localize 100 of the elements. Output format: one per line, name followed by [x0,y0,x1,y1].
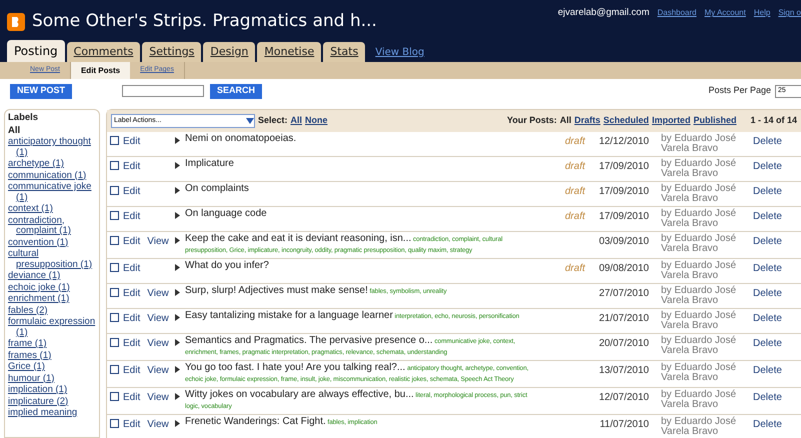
expand-arrow-icon[interactable] [175,162,180,169]
view-link[interactable]: View [147,286,169,301]
post-filter[interactable]: Scheduled [603,114,649,128]
delete-link[interactable]: Delete [753,159,782,174]
checkbox[interactable] [110,288,119,297]
post-author: by Eduardo José Varela Bravo [661,417,738,437]
post-filter[interactable]: All [560,114,572,128]
post-filter[interactable]: Published [693,114,736,128]
label-link[interactable]: fables (2) [8,306,96,316]
delete-link[interactable]: Delete [753,261,782,276]
select-link[interactable]: None [305,114,328,128]
checkbox[interactable] [110,186,119,195]
checkbox[interactable] [110,136,119,145]
nav-tab[interactable]: Settings [142,42,202,62]
label-link[interactable]: anticipatory thought (1) [8,137,96,158]
checkbox[interactable] [110,236,119,245]
delete-link[interactable]: Delete [753,363,782,378]
label-link[interactable]: contradiction, complaint (1) [8,216,96,236]
expand-arrow-icon[interactable] [175,289,180,296]
view-link[interactable]: View [147,390,169,405]
search-button[interactable]: SEARCH [210,84,262,98]
label-link[interactable]: implied meaning [8,408,96,418]
nav-tab[interactable]: Design [203,42,256,62]
label-link[interactable]: echoic joke (1) [8,282,96,293]
label-link[interactable]: cultural presupposition (1) [8,249,96,270]
edit-link[interactable]: Edit [123,363,140,378]
label-link[interactable]: Grice (1) [8,362,96,372]
checkbox[interactable] [110,211,119,220]
label-link[interactable]: All [8,126,96,136]
expand-arrow-icon[interactable] [175,420,180,427]
expand-arrow-icon[interactable] [175,393,180,400]
expand-arrow-icon[interactable] [175,366,180,373]
checkbox[interactable] [110,313,119,322]
expand-arrow-icon[interactable] [175,187,180,194]
view-link[interactable]: View [147,336,169,351]
label-link[interactable]: context (1) [8,204,96,214]
delete-link[interactable]: Delete [753,184,782,199]
post-filter[interactable]: Drafts [574,114,600,128]
delete-link[interactable]: Delete [753,209,782,224]
expand-arrow-icon[interactable] [175,137,180,144]
new-post-button[interactable]: NEW POST [10,84,72,98]
label-link[interactable]: deviance (1) [8,271,96,282]
label-link[interactable]: archetype (1) [8,159,96,170]
view-link[interactable]: View [147,311,169,326]
nav-tab[interactable]: Monetise [257,42,322,62]
delete-link[interactable]: Delete [753,311,782,326]
edit-link[interactable]: Edit [123,159,140,174]
label-link[interactable]: communicative joke (1) [8,182,96,203]
label-link[interactable]: formulaic expression (1) [8,317,96,338]
checkbox[interactable] [110,161,119,170]
checkbox[interactable] [110,338,119,347]
search-field[interactable] [122,85,204,97]
label-link[interactable]: implicature (2) [8,396,96,407]
post-filter[interactable]: Imported [652,114,690,128]
edit-link[interactable]: Edit [123,261,140,276]
edit-link[interactable]: Edit [123,417,140,432]
edit-link[interactable]: Edit [123,184,140,199]
view-link[interactable]: View [147,363,169,378]
label-link[interactable]: frames (1) [8,350,96,361]
edit-link[interactable]: Edit [123,234,140,249]
header-link[interactable]: My Account [704,7,746,20]
label-link[interactable]: implication (1) [8,385,96,396]
delete-link[interactable]: Delete [753,417,782,432]
header-link[interactable]: Dashboard [657,7,696,20]
edit-link[interactable]: Edit [123,209,140,224]
label-link[interactable]: enrichment (1) [8,294,96,304]
label-link[interactable]: convention (1) [8,238,96,248]
checkbox[interactable] [110,419,119,428]
expand-arrow-icon[interactable] [175,314,180,321]
expand-arrow-icon[interactable] [175,212,180,219]
header-link[interactable]: Help [754,7,770,20]
checkbox[interactable] [110,392,119,401]
view-blog-link[interactable]: View Blog [367,42,432,62]
label-link[interactable]: humour (1) [8,374,96,384]
subtab[interactable]: Edit Posts [70,62,130,79]
label-link[interactable]: frame (1) [8,339,96,350]
view-link[interactable]: View [147,234,169,249]
post-author: by Eduardo José Varela Bravo [661,209,738,229]
edit-link[interactable]: Edit [123,390,140,405]
label-link[interactable]: communication (1) [8,170,96,181]
view-link[interactable]: View [147,417,169,432]
select-link[interactable]: All [290,114,302,128]
edit-link[interactable]: Edit [123,336,140,351]
delete-link[interactable]: Delete [753,234,782,249]
nav-tab[interactable]: Comments [66,42,140,62]
edit-link[interactable]: Edit [123,286,140,301]
expand-arrow-icon[interactable] [175,264,180,271]
delete-link[interactable]: Delete [753,286,782,301]
header-link[interactable]: Sign o [778,7,801,20]
delete-link[interactable]: Delete [753,390,782,405]
nav-tab[interactable]: Posting [7,40,65,62]
expand-arrow-icon[interactable] [175,339,180,346]
checkbox[interactable] [110,365,119,374]
edit-link[interactable]: Edit [123,311,140,326]
checkbox[interactable] [110,263,119,272]
expand-arrow-icon[interactable] [175,237,180,244]
delete-link[interactable]: Delete [753,134,782,149]
edit-link[interactable]: Edit [123,134,140,149]
delete-link[interactable]: Delete [753,336,782,351]
nav-tab[interactable]: Stats [323,42,366,62]
